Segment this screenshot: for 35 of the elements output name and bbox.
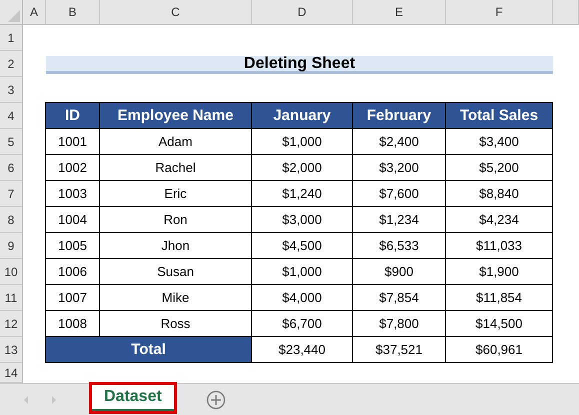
total-cell: $60,961 [445, 336, 553, 363]
column-header[interactable]: D [252, 0, 353, 25]
row-header[interactable]: 5 [0, 129, 23, 155]
row-header[interactable]: 7 [0, 181, 23, 207]
column-header[interactable]: C [100, 0, 252, 25]
sheet-tab[interactable]: Dataset [92, 384, 174, 411]
column-header[interactable]: F [446, 0, 553, 25]
sheet-title: Deleting Sheet [46, 56, 553, 74]
row-header[interactable]: 6 [0, 155, 23, 181]
table-header-cell: January [251, 102, 353, 129]
total-label-cell: Total [45, 336, 252, 363]
add-sheet-icon[interactable] [206, 390, 226, 410]
column-header[interactable] [553, 0, 579, 25]
table-header-cell: ID [45, 102, 100, 129]
scroll-right-icon[interactable] [50, 394, 58, 405]
scroll-left-icon[interactable] [22, 394, 30, 405]
table-header-cell: Employee Name [99, 102, 252, 129]
row-header[interactable]: 14 [0, 363, 23, 383]
row-header[interactable]: 1 [0, 25, 23, 51]
table-header-cell: February [352, 102, 446, 129]
table-header-cell: Total Sales [445, 102, 553, 129]
row-header[interactable]: 2 [0, 51, 23, 77]
select-all-corner[interactable] [0, 0, 23, 25]
column-header[interactable]: E [353, 0, 446, 25]
triangle-icon [8, 10, 20, 22]
column-header[interactable]: A [23, 0, 46, 25]
row-header[interactable]: 13 [0, 337, 23, 363]
row-header[interactable]: 3 [0, 77, 23, 103]
row-header[interactable]: 4 [0, 103, 23, 129]
row-header[interactable]: 11 [0, 285, 23, 311]
column-header[interactable]: B [46, 0, 100, 25]
row-header[interactable]: 10 [0, 259, 23, 285]
row-header[interactable]: 8 [0, 207, 23, 233]
row-header[interactable]: 9 [0, 233, 23, 259]
row-header[interactable]: 12 [0, 311, 23, 337]
